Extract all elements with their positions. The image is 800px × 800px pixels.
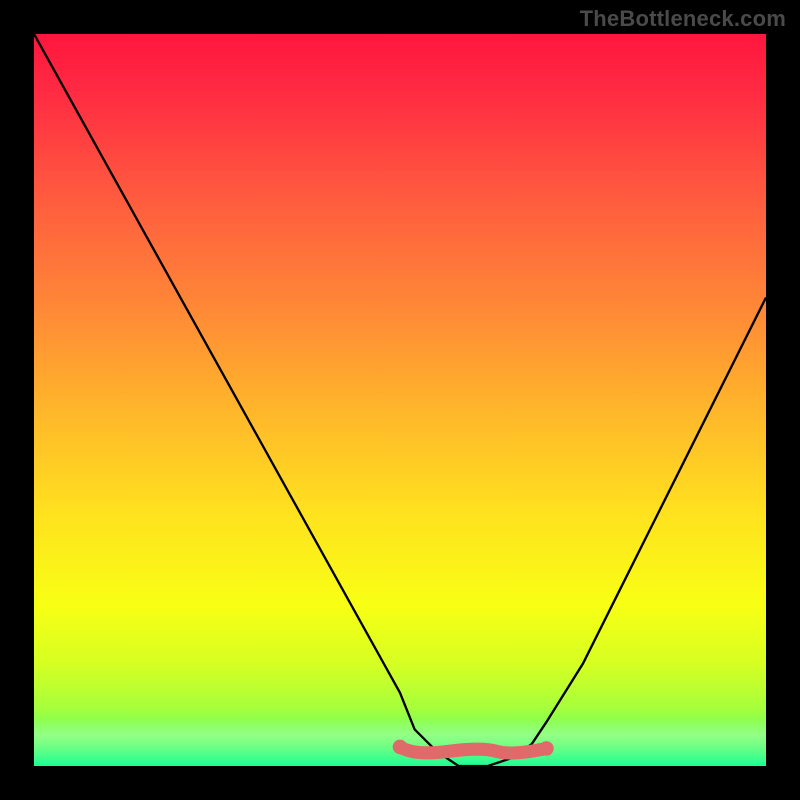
watermark-text: TheBottleneck.com bbox=[580, 6, 786, 32]
optimal-range-dot-end bbox=[539, 741, 554, 756]
optimal-range-dot-start bbox=[393, 740, 408, 755]
curve-layer bbox=[34, 34, 766, 766]
chart-frame: TheBottleneck.com bbox=[0, 0, 800, 800]
plot-area bbox=[34, 34, 766, 766]
optimal-range-marker bbox=[400, 747, 546, 753]
bottleneck-curve bbox=[34, 34, 766, 766]
